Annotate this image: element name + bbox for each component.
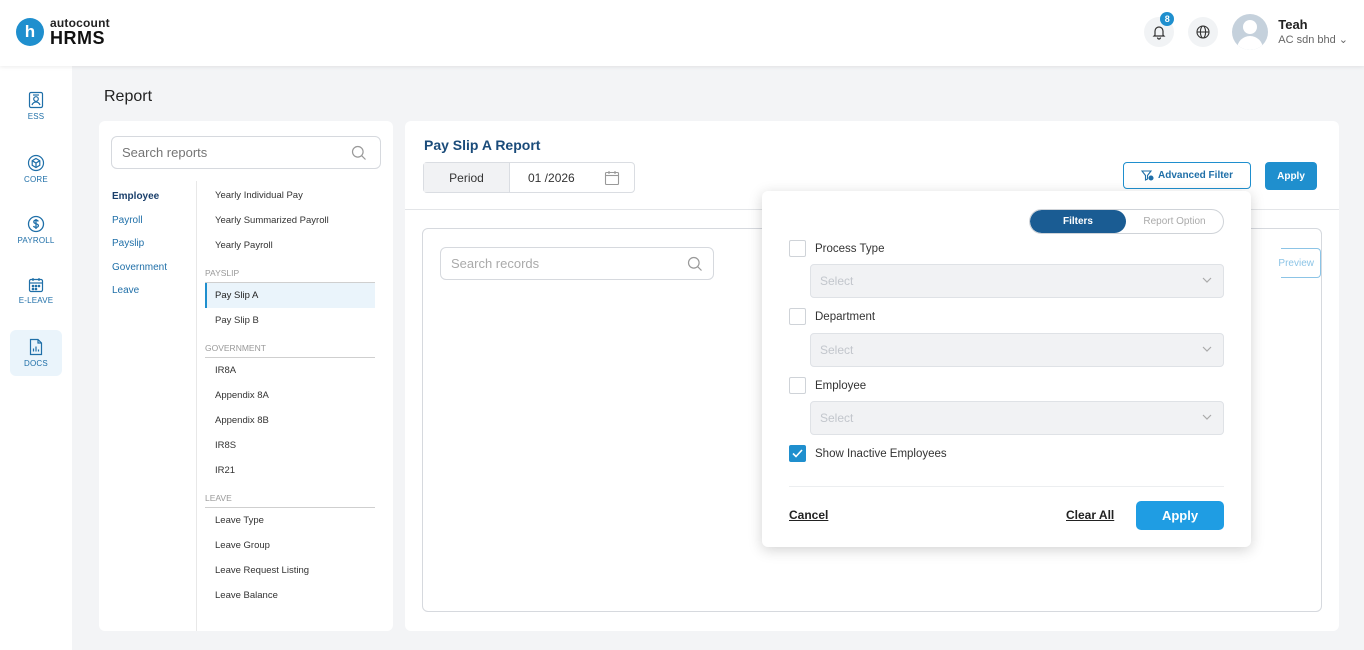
notification-badge: 8 [1160,12,1175,26]
report-item[interactable]: Appendix 8B [205,408,375,433]
advanced-filter-button[interactable]: Advanced Filter [1123,162,1251,189]
divider [789,486,1224,487]
apply-button[interactable]: Apply [1265,162,1317,190]
category-government[interactable]: Government [112,261,167,285]
divider [196,181,197,631]
sidebar-item-label: PAYROLL [17,236,55,245]
sidebar-item-ess[interactable]: ESS [10,83,62,129]
top-header: h autocount HRMS 8 Teah AC sdn bhd ⌄ [0,0,1364,66]
search-records-placeholder: Search records [451,256,540,271]
filter-tabs: Filters Report Option [1029,209,1224,234]
report-categories: Employee Payroll Payslip Government Leav… [112,190,167,308]
calendar-icon [28,278,44,293]
period-value[interactable]: 01 /2026 [510,171,600,185]
user-name: Teah [1278,17,1308,32]
sidebar-item-e-leave[interactable]: E-LEAVE [10,268,62,314]
search-records-input[interactable]: Search records [440,247,714,280]
department-select[interactable]: Select [810,333,1224,367]
process-type-row: Process Type [789,240,884,257]
user-menu[interactable]: Teah AC sdn bhd ⌄ [1278,17,1348,47]
app-sidebar: ESS CORE PAYROLL E-LEAVE DOCS [0,66,72,650]
category-payslip[interactable]: Payslip [112,237,167,261]
department-checkbox[interactable] [789,308,806,325]
category-leave[interactable]: Leave [112,284,167,308]
department-row: Department [789,308,875,325]
report-item-selected[interactable]: Pay Slip A [205,283,375,308]
process-type-label: Process Type [815,242,885,255]
section-header-leave: LEAVE [205,486,375,508]
logo-mark: h [16,18,44,46]
sidebar-item-core[interactable]: CORE [10,146,62,192]
logo-product-text: HRMS [50,28,105,48]
docs-icon [29,338,43,356]
report-item[interactable]: Yearly Summarized Payroll [205,208,375,233]
process-type-checkbox[interactable] [789,240,806,257]
report-item[interactable]: Pay Slip B [205,308,375,333]
report-item[interactable]: Leave Balance [205,583,375,608]
employee-label: Employee [815,379,867,392]
bell-icon [1152,26,1166,40]
report-item[interactable]: IR8S [205,433,375,458]
report-item[interactable]: IR21 [205,458,375,483]
report-item[interactable]: Leave Request Listing [205,558,375,583]
employee-row: Employee [789,377,866,394]
autocount-hrms-logo[interactable]: h autocount HRMS [16,17,110,47]
language-button[interactable] [1188,17,1219,47]
payroll-icon [27,215,45,233]
calendar-icon[interactable] [604,170,620,186]
sidebar-item-label: CORE [24,175,48,184]
chevron-down-icon [1202,414,1212,420]
sidebar-item-label: E-LEAVE [18,296,54,305]
report-title: Pay Slip A Report [424,137,541,153]
employee-select[interactable]: Select [810,401,1224,435]
report-list: Yearly Individual Pay Yearly Summarized … [205,183,375,608]
tab-report-option[interactable]: Report Option [1126,210,1223,233]
cancel-button[interactable]: Cancel [789,508,828,522]
clear-all-button[interactable]: Clear All [1066,508,1114,522]
advanced-filter-popover: Filters Report Option Process Type Selec… [762,191,1251,547]
report-item[interactable]: Appendix 8A [205,383,375,408]
search-icon[interactable] [351,145,367,161]
core-icon [27,154,45,172]
tab-filters[interactable]: Filters [1030,210,1126,233]
globe-icon [1196,25,1210,39]
report-item[interactable]: Yearly Individual Pay [205,183,375,208]
show-inactive-row: Show Inactive Employees [789,445,947,462]
ess-icon [28,91,44,109]
report-item[interactable]: Yearly Payroll [205,233,375,258]
preview-button[interactable]: Preview [1278,248,1321,278]
period-picker[interactable]: Period 01 /2026 [423,162,635,193]
category-employee[interactable]: Employee [112,190,167,214]
chevron-down-icon [1202,277,1212,283]
employee-checkbox[interactable] [789,377,806,394]
checkmark-icon [792,449,803,458]
show-inactive-checkbox[interactable] [789,445,806,462]
period-label: Period [424,163,510,192]
show-inactive-label: Show Inactive Employees [815,447,947,460]
section-header-payslip: PAYSLIP [205,261,375,283]
sidebar-item-docs[interactable]: DOCS [10,330,62,376]
filter-icon [1140,170,1154,181]
search-icon[interactable] [687,256,703,272]
user-avatar[interactable] [1232,14,1269,50]
sidebar-item-label: DOCS [24,359,48,368]
sidebar-item-payroll[interactable]: PAYROLL [10,207,62,253]
notification-button[interactable]: 8 [1144,12,1175,47]
section-header-government: GOVERNMENT [205,336,375,358]
filter-apply-button[interactable]: Apply [1136,501,1224,530]
category-payroll[interactable]: Payroll [112,214,167,238]
chevron-down-icon: ⌄ [1338,34,1348,46]
report-item[interactable]: IR8A [205,358,375,383]
search-reports-input[interactable] [111,136,381,169]
report-item[interactable]: Leave Type [205,508,375,533]
chevron-down-icon [1202,346,1212,352]
user-org: AC sdn bhd ⌄ [1278,34,1348,46]
report-item[interactable]: Leave Group [205,533,375,558]
page-title: Report [104,88,153,105]
process-type-select[interactable]: Select [810,264,1224,298]
department-label: Department [815,310,876,323]
report-navigator: Employee Payroll Payslip Government Leav… [99,121,393,631]
sidebar-item-label: ESS [27,112,45,121]
